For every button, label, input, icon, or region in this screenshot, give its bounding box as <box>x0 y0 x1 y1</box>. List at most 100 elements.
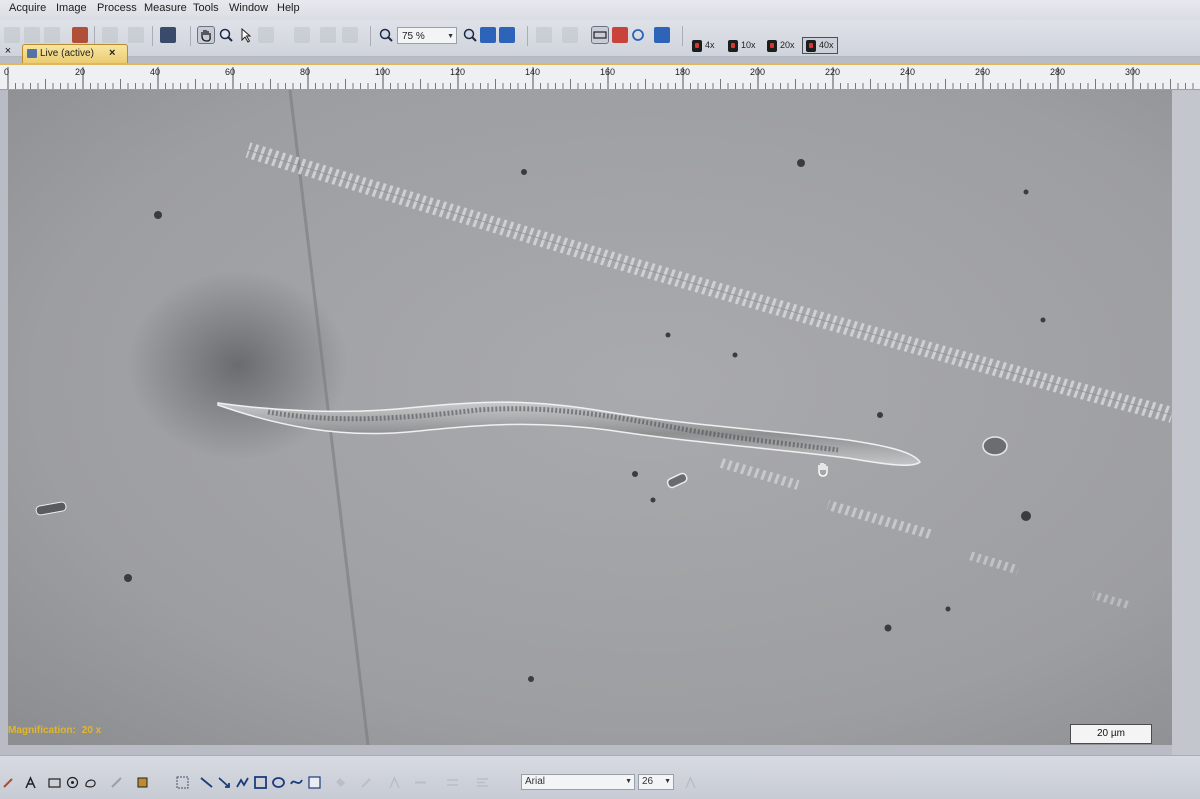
circle-target-icon[interactable] <box>66 776 79 789</box>
display-settings-icon[interactable] <box>654 27 670 43</box>
pen-icon[interactable] <box>2 776 15 789</box>
open-icon[interactable] <box>24 27 40 43</box>
frame-icon[interactable] <box>591 26 609 44</box>
freehand-icon[interactable] <box>290 776 303 789</box>
objective-40x-button[interactable]: 40x <box>802 37 838 54</box>
rectangle-icon[interactable] <box>48 776 61 789</box>
line-icon[interactable] <box>200 776 213 789</box>
toolbar-separator <box>152 26 153 46</box>
ruler-tick-label: 40 <box>150 67 160 77</box>
new-icon[interactable] <box>4 27 20 43</box>
menu-image[interactable]: Image <box>56 2 87 14</box>
objective-4x-button[interactable]: 4x <box>692 38 715 53</box>
zoom-combo[interactable]: 75 % ▼ <box>397 27 457 44</box>
ruler-tick-label: 120 <box>450 67 465 77</box>
objective-label: 4x <box>705 40 715 50</box>
layout-icon[interactable] <box>160 27 176 43</box>
ruler-tick-label: 200 <box>750 67 765 77</box>
text-icon[interactable] <box>24 776 37 789</box>
alignment-icon[interactable] <box>476 776 489 789</box>
cell-debris <box>982 436 1008 456</box>
zoom-tool-icon[interactable] <box>218 27 234 43</box>
fill-icon[interactable] <box>334 776 347 789</box>
font-name-value: Arial <box>525 776 546 787</box>
crop-icon[interactable] <box>294 27 310 43</box>
fit-icon[interactable] <box>480 27 496 43</box>
zoom-in-icon[interactable] <box>462 27 478 43</box>
font-size-select[interactable]: 26 ▼ <box>638 774 674 790</box>
toolbar-separator <box>190 26 191 46</box>
ruler-tick-label: 160 <box>600 67 615 77</box>
select-region-icon[interactable] <box>176 776 189 789</box>
square-icon[interactable] <box>254 776 267 789</box>
undo-icon[interactable] <box>102 27 118 43</box>
display-icon[interactable] <box>536 27 552 43</box>
objective-icon <box>728 39 738 52</box>
pointer-icon[interactable] <box>238 27 254 43</box>
ellipse-icon[interactable] <box>272 776 285 789</box>
tab-close-button[interactable]: × <box>109 47 115 59</box>
cancel-icon[interactable] <box>342 27 358 43</box>
circle-icon[interactable] <box>630 27 646 43</box>
tab-live[interactable]: Live (active) × <box>22 44 128 65</box>
pan-icon[interactable] <box>197 26 215 44</box>
toolbar-separator <box>682 26 683 46</box>
menu-acquire[interactable]: Acquire <box>9 2 46 14</box>
menu-measure[interactable]: Measure <box>144 2 187 14</box>
font-size-value: 26 <box>642 776 654 787</box>
ruler-tick-label: 300 <box>1125 67 1140 77</box>
magnification-label: Magnification: <box>8 725 76 736</box>
tab-label: Live (active) <box>40 48 94 59</box>
menu-help[interactable]: Help <box>277 2 300 14</box>
fullscreen-icon[interactable] <box>499 27 515 43</box>
objective-20x-button[interactable]: 20x <box>767 38 795 53</box>
main-toolbar <box>0 20 1200 57</box>
menu-window[interactable]: Window <box>229 2 268 14</box>
scale-bar-label: 20 µm <box>1097 728 1125 739</box>
image-icon[interactable] <box>308 776 321 789</box>
ruler-tick-label: 100 <box>375 67 390 77</box>
save-icon[interactable] <box>44 27 60 43</box>
check-icon[interactable] <box>320 27 336 43</box>
line-width-icon[interactable] <box>446 776 459 789</box>
ruler-tick-label: 180 <box>675 67 690 77</box>
close-all-tabs-button[interactable]: × <box>0 43 16 59</box>
line-color-icon[interactable] <box>360 776 373 789</box>
ruler-tick-label: 220 <box>825 67 840 77</box>
menu-tools[interactable]: Tools <box>193 2 219 14</box>
lasso-icon[interactable] <box>84 776 97 789</box>
font-name-select[interactable]: Arial ▼ <box>521 774 635 790</box>
ruler-icon[interactable] <box>562 27 578 43</box>
font-color-icon[interactable] <box>388 776 401 789</box>
menu-process[interactable]: Process <box>97 2 137 14</box>
arrow-icon[interactable] <box>218 776 231 789</box>
polyline-icon[interactable] <box>236 776 249 789</box>
camera-icon[interactable] <box>612 27 628 43</box>
objective-10x-button[interactable]: 10x <box>728 38 756 53</box>
chevron-down-icon: ▼ <box>664 778 671 785</box>
scale-bar[interactable]: 20 µm <box>1070 724 1152 744</box>
horizontal-ruler: 0 20 40 60 80 100 120 140 160 180 200 220 240 260 280 3… <box>0 65 1200 90</box>
brush-icon[interactable] <box>110 776 123 789</box>
menu-bar: Acquire Image Process Measure Tools Wind… <box>0 0 1200 20</box>
snapshot-icon[interactable] <box>72 27 88 43</box>
ruler-tick-label: 260 <box>975 67 990 77</box>
ruler-tick-label: 80 <box>300 67 310 77</box>
live-microscope-image <box>8 90 1172 745</box>
ruler-graphic: 0 20 40 60 80 100 120 140 160 180 200 220 240 260 280 3… <box>4 67 1194 89</box>
image-viewport[interactable] <box>8 90 1172 745</box>
objective-label: 40x <box>819 40 834 50</box>
stamp-icon[interactable] <box>136 776 149 789</box>
live-view-icon <box>27 49 37 58</box>
magnification-overlay: Magnification: 20 x <box>8 725 101 736</box>
hand-icon <box>201 30 211 42</box>
objective-label: 10x <box>741 40 756 50</box>
text-style-icon[interactable] <box>684 776 697 789</box>
line-style-icon[interactable] <box>414 776 427 789</box>
ruler-tick-label: 0 <box>4 67 9 77</box>
chevron-down-icon: ▼ <box>447 33 454 40</box>
toolbar-separator <box>94 26 95 46</box>
select-icon[interactable] <box>258 27 274 43</box>
redo-icon[interactable] <box>128 27 144 43</box>
zoom-icon[interactable] <box>378 27 394 43</box>
